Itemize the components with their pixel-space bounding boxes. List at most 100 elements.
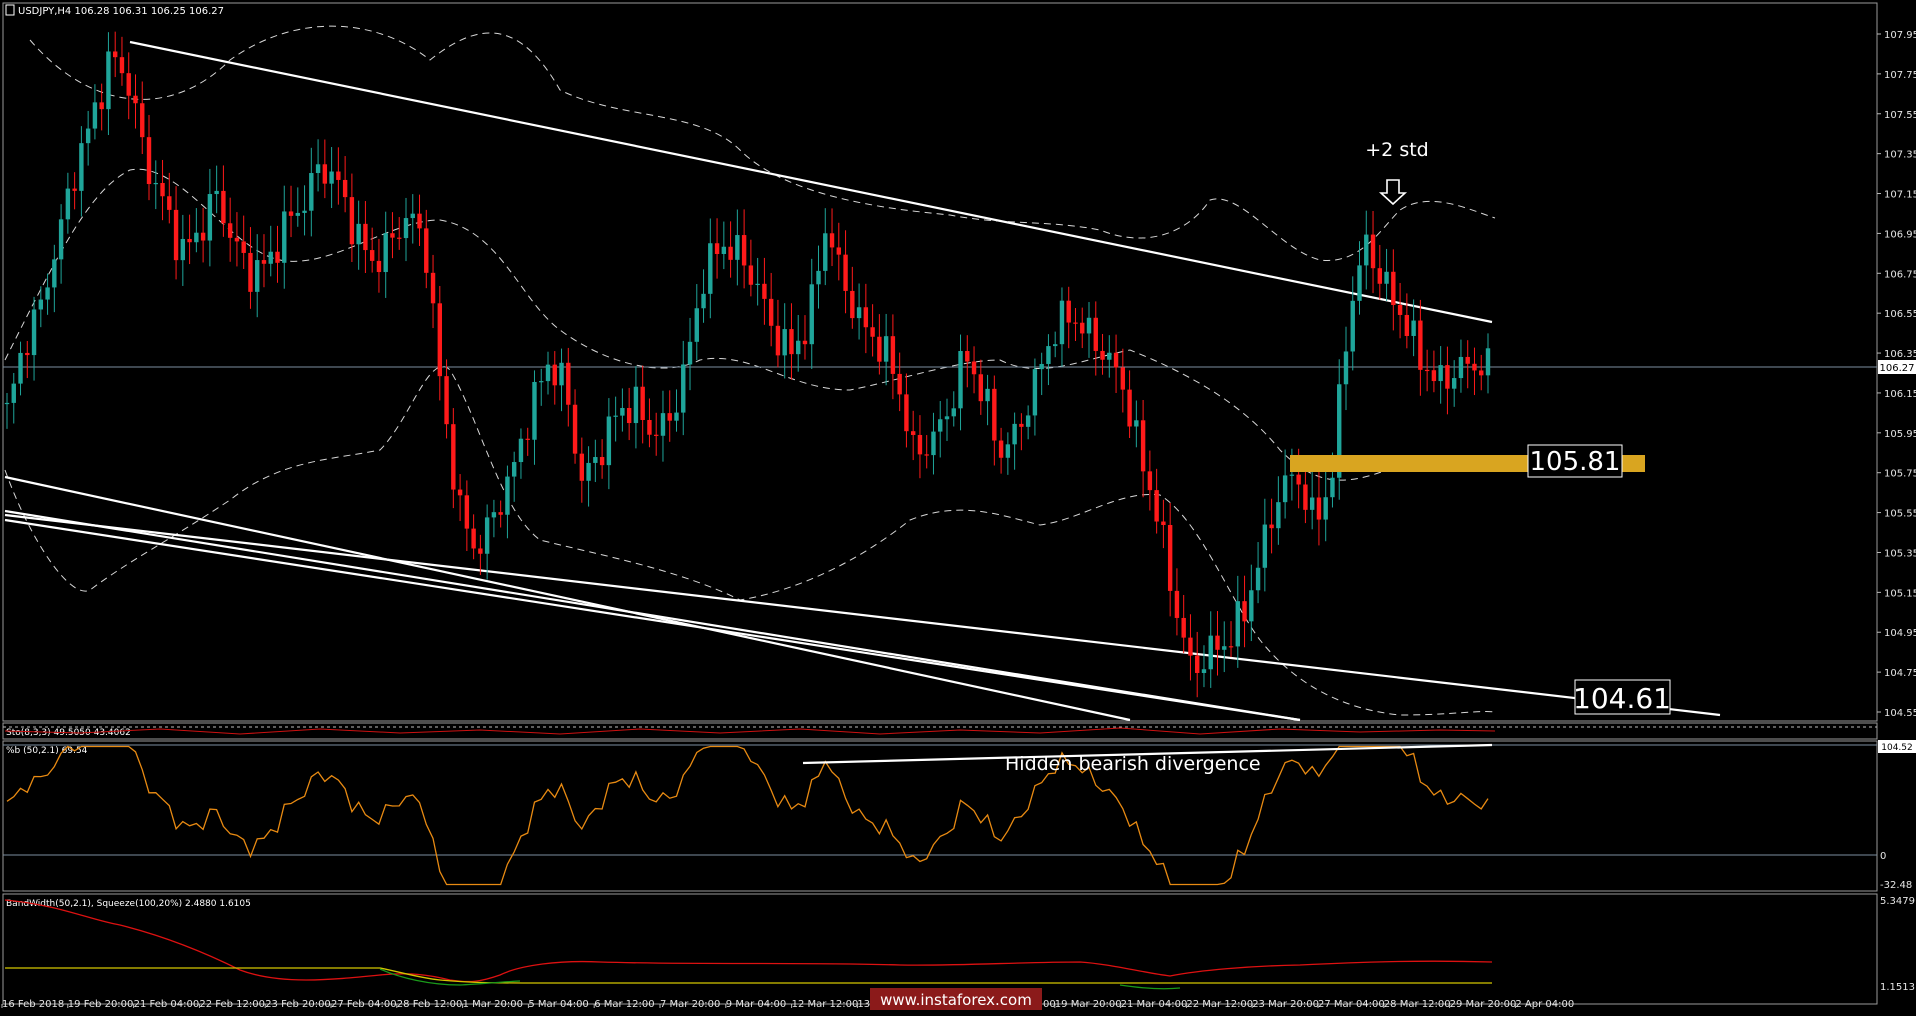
bear-candle: [1167, 524, 1173, 591]
pctb-axis-top: 104.52: [1881, 743, 1913, 753]
bear-candle: [1019, 423, 1024, 427]
bear-candle: [72, 188, 77, 191]
price-tick-label: 106.95: [1884, 229, 1916, 240]
bear-candle: [572, 404, 578, 454]
bear-candle: [1100, 350, 1105, 360]
price-tick-label: 104.95: [1884, 628, 1916, 639]
bear-candle: [741, 235, 747, 266]
bear-candle: [261, 260, 267, 264]
price-tick-label: 106.15: [1884, 389, 1916, 400]
bear-candle: [1228, 646, 1234, 648]
bear-candle: [1127, 389, 1132, 427]
bear-candle: [167, 196, 172, 210]
level-label-upper: 105.81: [1530, 447, 1621, 477]
bear-candle: [221, 190, 226, 224]
bear-candle: [599, 457, 605, 466]
bull-candle: [255, 260, 260, 292]
bull-candle: [1255, 567, 1261, 591]
price-tick-label: 107.55: [1884, 110, 1916, 121]
bear-candle: [126, 73, 131, 96]
time-tick-label: 5 Mar 04:00: [528, 999, 588, 1010]
time-tick-label: 6 Mar 12:00: [594, 999, 654, 1010]
price-tick-label: 105.15: [1884, 588, 1916, 599]
bull-candle: [302, 210, 307, 213]
bear-candle: [160, 182, 165, 197]
price-tick-label: 105.75: [1884, 469, 1916, 480]
bull-candle: [79, 143, 84, 191]
time-tick-label: 21 Feb 04:00: [134, 999, 200, 1010]
bull-candle: [809, 284, 814, 345]
bear-candle: [870, 327, 875, 337]
price-tick-label: 105.35: [1884, 548, 1916, 559]
pctb-panel-frame: [2, 740, 1878, 892]
current-price-tag: 106.27: [1880, 363, 1915, 374]
stoch-red-line: [4, 727, 1496, 735]
header-marker: [5, 4, 15, 16]
price-tick-label: 106.75: [1884, 269, 1916, 280]
price-axis: 107.95 107.75 107.55 107.35 107.15 106.95 106.…: [1877, 30, 1916, 719]
bear-candle: [877, 336, 882, 362]
bear-candle: [748, 265, 754, 285]
bear-candle: [971, 361, 977, 375]
bull-candle: [1222, 646, 1227, 650]
bear-candle: [525, 438, 530, 440]
bull-candle: [883, 336, 889, 362]
bull-candle: [532, 381, 537, 440]
bull-candle: [214, 190, 219, 195]
bull-candle: [674, 412, 679, 421]
bear-candle: [789, 329, 794, 355]
bull-candle: [1208, 635, 1213, 670]
bear-candle: [1093, 317, 1098, 351]
level-label-lower: 104.61: [1573, 682, 1671, 715]
price-tick-label: 107.75: [1884, 70, 1916, 81]
bear-candle: [241, 241, 246, 253]
bull-candle: [856, 307, 862, 319]
bull-candle: [1201, 669, 1207, 673]
bear-candle: [1066, 300, 1071, 323]
bear-candle: [579, 453, 585, 481]
bull-candle: [194, 232, 199, 243]
bear-candle: [397, 237, 402, 239]
time-tick-label: 2 Apr 04:00: [1515, 999, 1574, 1010]
bull-candle: [1005, 444, 1011, 458]
bandwidth-axis-top: 5.3479: [1880, 896, 1915, 907]
bull-candle: [491, 512, 497, 518]
bull-candle: [593, 457, 598, 463]
bull-candle: [309, 173, 314, 211]
bull-candle: [315, 164, 321, 174]
bear-candle: [1140, 420, 1146, 472]
bull-candle: [816, 270, 821, 285]
bear-candle: [430, 272, 436, 304]
bear-candle: [146, 137, 152, 185]
bear-candle: [890, 336, 896, 374]
bear-candle: [119, 57, 125, 74]
bull-candle: [403, 218, 409, 239]
bull-candle: [944, 416, 950, 420]
bear-candle: [654, 434, 659, 436]
bear-candle: [234, 237, 240, 242]
bear-candle: [897, 373, 902, 395]
pctb-axis-bottom: -32.48: [1880, 880, 1912, 891]
bull-candle: [633, 386, 639, 424]
bull-candle: [85, 128, 91, 144]
time-tick-label: 21 Mar 04:00: [1121, 999, 1188, 1010]
bull-candle: [484, 517, 490, 554]
down-arrow-icon: [1378, 179, 1408, 206]
bear-candle: [667, 413, 672, 421]
bull-candle: [1438, 365, 1443, 382]
bull-candle: [660, 413, 666, 436]
bear-candle: [437, 303, 443, 377]
bull-candle: [613, 415, 618, 417]
bull-candle: [586, 462, 591, 481]
bear-candle: [336, 171, 341, 180]
bear-candle: [1424, 369, 1430, 372]
bull-candle: [958, 351, 963, 409]
bear-candle: [457, 489, 463, 496]
bear-candle: [99, 102, 104, 110]
bollinger-upper-band: [29, 25, 1496, 261]
bull-candle: [65, 188, 71, 220]
watermark: www.instaforex.com: [880, 991, 1032, 1009]
bull-candle: [1059, 300, 1065, 345]
bull-candle: [4, 402, 10, 405]
time-tick-label: 9 Mar 04:00: [726, 999, 786, 1010]
